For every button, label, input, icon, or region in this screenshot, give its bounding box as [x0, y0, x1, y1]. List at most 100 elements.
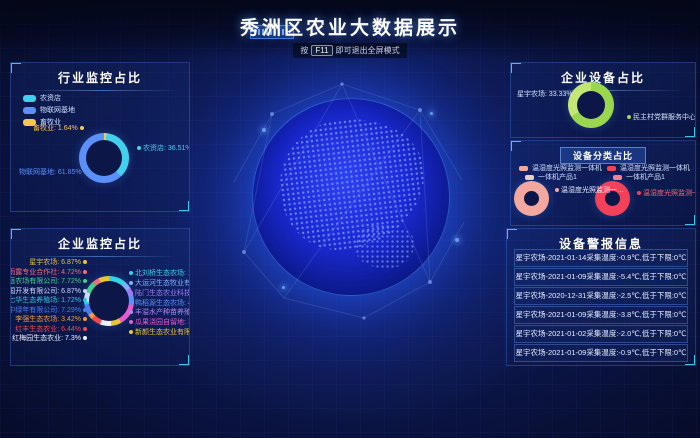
chart-callout: 物联网基地: 61.85%: [19, 167, 88, 177]
legend-item[interactable]: 农资店: [23, 93, 61, 103]
donut-hole: [577, 91, 605, 119]
header: 秀洲区农业大数据展示 按 F11 即可退出全屏模式: [0, 0, 700, 58]
f11-keycap: F11: [311, 45, 332, 56]
legend-item[interactable]: 一体机产品1: [613, 172, 665, 182]
chart-callout: 星宇农场: 6.87%: [29, 257, 87, 267]
callout-dot: [637, 191, 641, 195]
page-title: 秀洲区农业大数据展示: [0, 13, 700, 40]
callout-dot: [575, 92, 579, 96]
callout-text: 李强生态农场: 3.42%: [15, 314, 81, 324]
chart-callout: 星宇农场: 33.33%: [517, 89, 579, 99]
callout-dot: [83, 270, 87, 274]
callout-dot: [83, 260, 87, 264]
callout-dot: [129, 330, 133, 334]
callout-dot: [83, 289, 87, 293]
network-node-dot: [282, 286, 285, 289]
legend-swatch: [519, 166, 528, 171]
callout-dot: [627, 115, 631, 119]
legend-swatch: [525, 175, 534, 180]
chart-callout: 红梅园生态农业: 7.3%: [12, 333, 87, 343]
chart-callout: 李强生态农场: 3.42%: [15, 314, 87, 324]
dashboard-root: 秀洲区农业大数据展示 按 F11 即可退出全屏模式 行业监控占比 农资店 物联网…: [0, 0, 700, 438]
alarm-row: 星宇农场-2020-12-31采集温度:-2.5℃,低于下限:0℃: [514, 287, 688, 305]
callout-dot: [83, 298, 87, 302]
alarm-row: 星宇农场-2021-01-09采集温度:-0.9℃,低于下限:0℃: [514, 344, 688, 362]
chart-callout: 民主村党群服务中心:: [627, 112, 696, 122]
globe: [252, 98, 450, 296]
legend-item[interactable]: 物联网基地: [23, 105, 75, 115]
panel-equipment-ratio: 企业设备占比 星宇农场: 33.33% 民主村党群服务中心:: [510, 62, 696, 138]
panel-industry-monitor: 行业监控占比 农资店 物联网基地 畜牧业 畜牧业: 1.64% 农资店: 36.…: [10, 62, 190, 212]
legend-swatch: [23, 107, 36, 114]
callout-dot: [83, 279, 87, 283]
callout-dot: [555, 188, 559, 192]
callout-dot: [137, 146, 141, 150]
chart-callout: 家庭农场有限公司: 7.72%: [10, 276, 87, 286]
alarm-row: 星宇农场-2021-01-02采集温度:-2.0℃,低于下限:0℃: [514, 325, 688, 343]
globe-islands-dots: [355, 224, 414, 267]
hint-suffix: 即可退出全屏模式: [336, 45, 400, 56]
chart-callout: 陆门生态农业科技有限公: [129, 288, 190, 298]
callout-dot: [129, 320, 133, 324]
callout-text: 畜牧业: 1.64%: [33, 123, 78, 133]
panel-device-alarms: 设备警报信息 星宇农场-2021-01-14采集温度:-0.9℃,低于下限:0℃…: [506, 228, 696, 366]
callout-dot: [83, 308, 87, 312]
callout-dot: [129, 301, 133, 305]
panel-enterprise-monitor: 企业监控占比 星宇农场: 6.87% 雨露专业合作社: 4.72% 家庭农场有限…: [10, 228, 190, 366]
callout-text: 北刘桥生态农场: 11.56%: [135, 268, 190, 278]
donut-hole: [89, 281, 129, 321]
callout-dot: [129, 271, 133, 275]
callout-dot: [83, 336, 87, 340]
callout-text: 温湿度光照监测一…: [643, 188, 696, 198]
callout-text: 丰溢水产种苗养殖场: 1.: [135, 307, 190, 317]
callout-text: 物联网基地: 61.85%: [19, 167, 82, 177]
legend-swatch: [23, 95, 36, 102]
hint-prefix: 按: [300, 45, 308, 56]
panel-device-classification: 设备分类占比 温湿度光照监测一体机 一体机产品1 温湿度光照监测一体机 一体机产…: [510, 140, 696, 226]
chart-callout: 温湿度光照监测一…: [555, 185, 624, 195]
callout-dot: [129, 291, 133, 295]
donut-hole: [86, 140, 122, 176]
chart-callout: 大运河生态牧业有限责任公: [129, 278, 190, 288]
callout-text: 陆门生态农业科技有限公: [135, 288, 190, 298]
callout-dot: [83, 327, 87, 331]
network-node-dot: [262, 128, 266, 132]
callout-text: 星宇农场: 33.33%: [517, 89, 573, 99]
callout-dot: [80, 126, 84, 130]
chart-callout: 温湿度光照监测一…: [637, 188, 696, 198]
legend-swatch: [607, 166, 616, 171]
chart-callout: 新颜生态农业有限公司: 6.87%: [129, 327, 190, 337]
alarm-row: 星宇农场-2021-01-09采集温度:-3.8℃,低于下限:0℃: [514, 306, 688, 324]
callout-text: 七华生态养殖场: 1.72%: [10, 295, 81, 305]
enterprise-donut-chart[interactable]: [84, 276, 134, 326]
callout-text: 大运河生态牧业有限责任公: [135, 278, 190, 288]
chart-callout: 丰溢水产种苗养殖场: 1.: [129, 307, 190, 317]
legend-label: 物联网基地: [40, 105, 75, 115]
callout-text: 星宇农场: 6.87%: [29, 257, 81, 267]
network-node-dot: [430, 112, 433, 115]
callout-text: 农资店: 36.51%: [143, 143, 190, 153]
chart-callout: 北刘桥生态农场: 11.56%: [129, 268, 190, 278]
alarm-row: 星宇农场-2021-01-14采集温度:-0.9℃,低于下限:0℃: [514, 249, 688, 267]
alarm-row: 星宇农场-2021-01-09采集温度:-5.4℃,低于下限:0℃: [514, 268, 688, 286]
divider: [21, 90, 179, 91]
callout-text: 新颜生态农业有限公司: 6.87%: [135, 327, 190, 337]
panel-industry-title: 行业监控占比: [11, 63, 189, 86]
chart-callout: 七华生态养殖场: 1.72%: [10, 295, 87, 305]
callout-dot: [83, 317, 87, 321]
callout-dot: [129, 281, 133, 285]
callout-text: 民主村党群服务中心:: [633, 112, 696, 122]
panel-enterprise-title: 企业监控占比: [11, 229, 189, 252]
callout-text: 红梅园生态农业: 7.3%: [12, 333, 81, 343]
chart-callout: 畜牧业: 1.64%: [33, 123, 84, 133]
device-class-left-donut-chart[interactable]: [514, 181, 549, 216]
legend-swatch: [613, 175, 622, 180]
donut-hole: [524, 191, 539, 206]
panel-classification-title: 设备分类占比: [560, 147, 646, 164]
legend-label: 一体机产品1: [538, 172, 577, 182]
callout-dot: [129, 310, 133, 314]
network-node-dot: [455, 238, 459, 242]
callout-text: 温湿度光照监测一…: [561, 185, 624, 195]
chart-callout: 瓜果浇园自留地: 15.02%: [129, 317, 190, 327]
chart-callout: 农资店: 36.51%: [137, 143, 190, 153]
